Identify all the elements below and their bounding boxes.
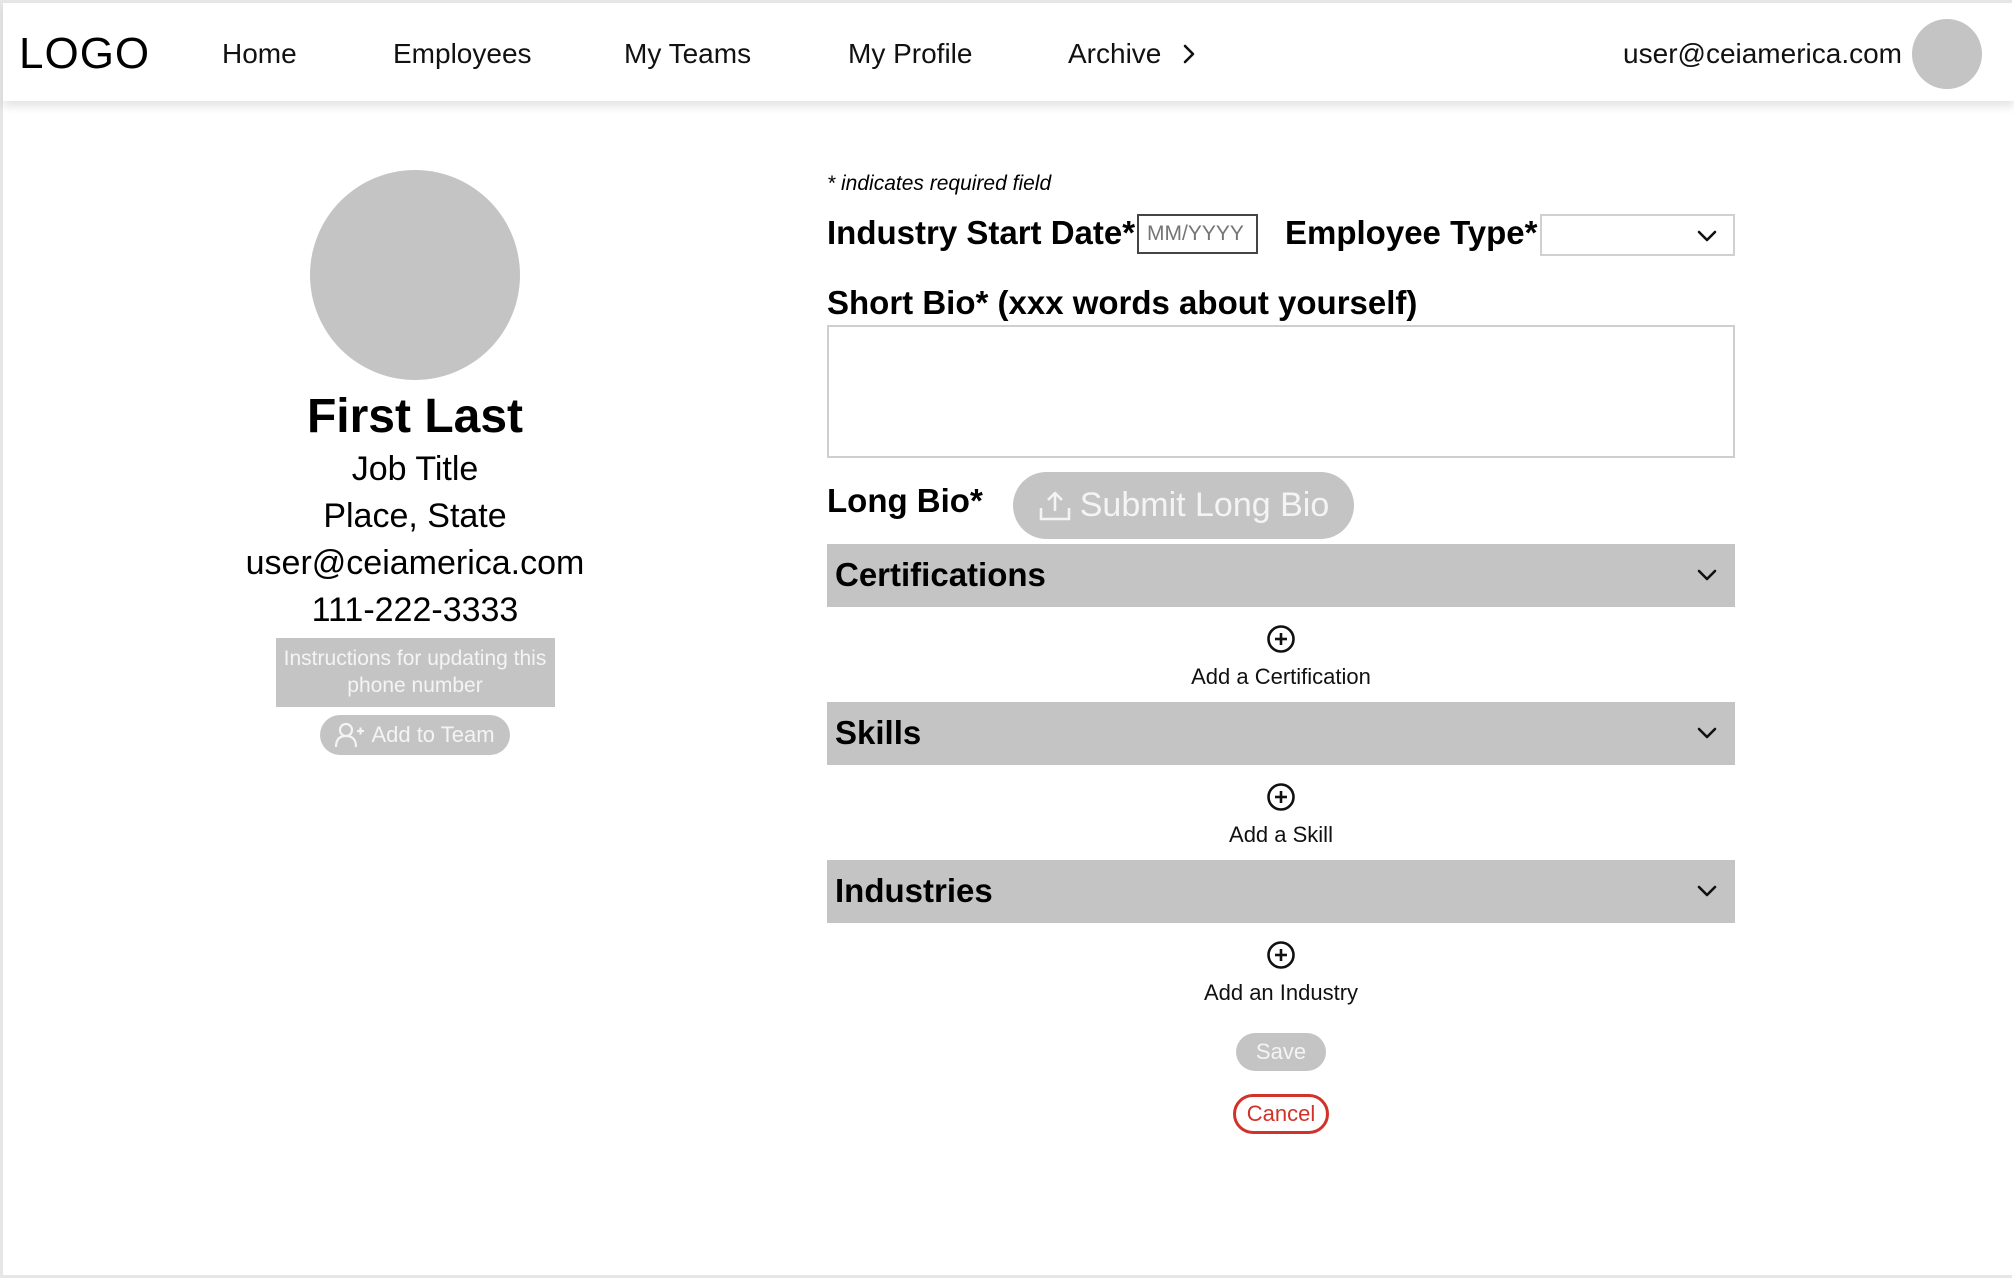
required-field-note: * indicates required field [827, 172, 1052, 195]
nav-my-teams[interactable]: My Teams [624, 38, 751, 70]
profile-avatar [310, 170, 520, 380]
short-bio-textarea[interactable] [827, 325, 1735, 458]
logo[interactable]: LOGO [19, 29, 150, 79]
plus-circle-icon [1267, 783, 1295, 811]
certifications-section-header[interactable]: Certifications [827, 544, 1735, 607]
submit-long-bio-button[interactable]: Submit Long Bio [1013, 472, 1354, 539]
industry-start-date-label: Industry Start Date* [827, 214, 1136, 251]
start-date-and-type-row: Industry Start Date* Employee Type* [827, 214, 1735, 256]
chevron-right-icon[interactable] [1178, 43, 1200, 65]
chevron-down-icon [1697, 230, 1717, 242]
nav-my-profile[interactable]: My Profile [848, 38, 972, 70]
skills-section-header[interactable]: Skills [827, 702, 1735, 765]
save-button[interactable]: Save [1236, 1033, 1326, 1071]
add-to-team-button[interactable]: Add to Team [320, 715, 510, 755]
profile-phone: 111-222-3333 [311, 591, 519, 629]
profile-job-title: Job Title [351, 450, 479, 488]
phone-update-instructions[interactable]: Instructions for updating this phone num… [275, 638, 555, 707]
add-industry-button[interactable]: Add an Industry [827, 940, 1735, 1006]
plus-circle-icon [1267, 625, 1295, 653]
top-navbar: LOGO Home Employees My Teams My Profile … [3, 3, 2014, 101]
chevron-down-icon [1697, 727, 1717, 739]
profile-location: Place, State [323, 497, 507, 535]
user-email[interactable]: user@ceiamerica.com [1623, 38, 1902, 70]
add-to-team-label: Add to Team [371, 722, 495, 747]
profile-email: user@ceiamerica.com [245, 544, 585, 582]
cancel-button[interactable]: Cancel [1233, 1094, 1329, 1134]
chevron-down-icon [1697, 885, 1717, 897]
employee-type-label: Employee Type* [1285, 214, 1538, 251]
upload-icon [1039, 491, 1071, 520]
employee-type-select[interactable] [1540, 214, 1735, 256]
profile-card: First Last Job Title Place, State user@c… [215, 170, 615, 755]
add-skill-label: Add a Skill [1229, 822, 1333, 847]
add-certification-button[interactable]: Add a Certification [827, 624, 1735, 690]
add-industry-label: Add an Industry [1203, 980, 1359, 1005]
chevron-down-icon [1697, 569, 1717, 581]
user-plus-icon [335, 722, 365, 748]
submit-long-bio-label: Submit Long Bio [1079, 486, 1330, 524]
short-bio-label: Short Bio* (xxx words about yourself) [827, 284, 1418, 321]
skills-title: Skills [835, 714, 922, 751]
user-avatar[interactable] [1912, 19, 1982, 89]
profile-name: First Last [306, 390, 524, 443]
add-skill-button[interactable]: Add a Skill [827, 782, 1735, 848]
add-certification-label: Add a Certification [1191, 664, 1371, 689]
plus-circle-icon [1267, 941, 1295, 969]
industries-section-header[interactable]: Industries [827, 860, 1735, 923]
nav-employees[interactable]: Employees [393, 38, 532, 70]
nav-home[interactable]: Home [222, 38, 297, 70]
industry-start-date-input[interactable] [1137, 214, 1258, 254]
nav-archive[interactable]: Archive [1068, 38, 1161, 70]
long-bio-label: Long Bio* [827, 482, 983, 519]
certifications-title: Certifications [835, 556, 1046, 593]
industries-title: Industries [835, 872, 993, 909]
